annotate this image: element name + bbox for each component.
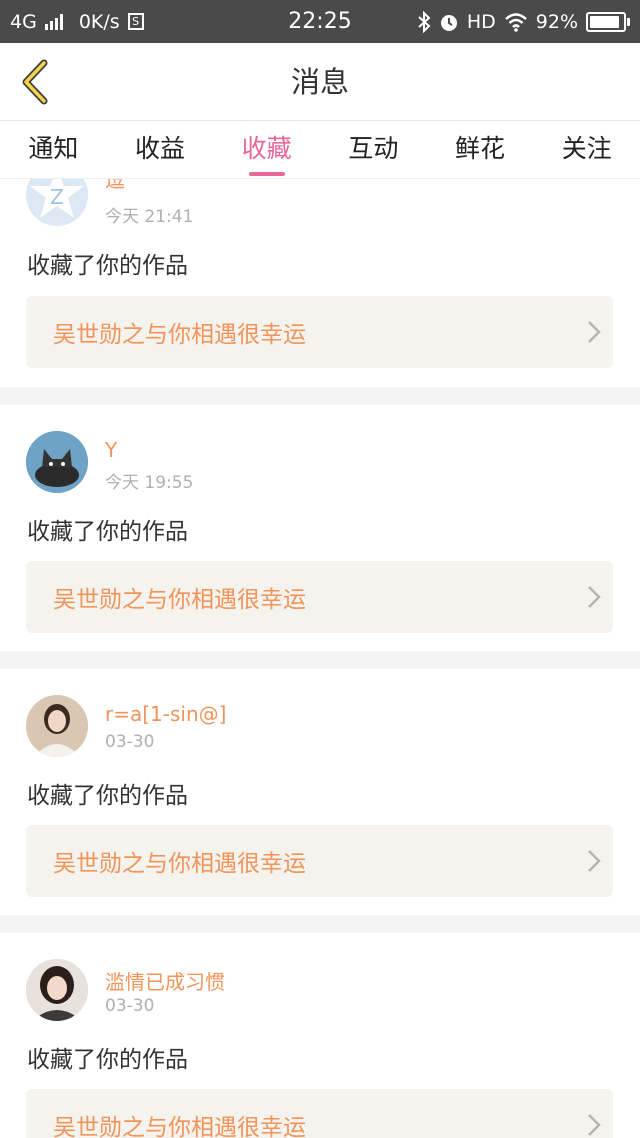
tab-earnings[interactable]: 收益 (107, 121, 214, 178)
chevron-right-icon (575, 561, 613, 633)
s-icon: S (127, 13, 144, 30)
tab-interaction[interactable]: 互动 (320, 121, 427, 178)
speed-label: 0K/s (78, 10, 120, 33)
message-card: r=a[1-sin@] 03-30 收藏了你的作品 吴世勋之与你相遇很幸运 (0, 669, 640, 915)
avatar[interactable] (26, 431, 88, 493)
work-link[interactable]: 吴世勋之与你相遇很幸运 (26, 561, 613, 633)
user-name[interactable]: 滥情已成习惯 (105, 966, 225, 995)
user-name[interactable]: r=a[1-sin@] (105, 702, 226, 726)
tab-notice[interactable]: 通知 (0, 121, 107, 178)
avatar[interactable] (26, 695, 88, 757)
work-link[interactable]: 吴世勋之与你相遇很幸运 (26, 825, 613, 897)
work-link[interactable]: 吴世勋之与你相遇很幸运 (26, 1089, 613, 1138)
chevron-right-icon (575, 825, 613, 897)
action-text: 收藏了你的作品 (27, 519, 188, 545)
battery-icon (586, 11, 630, 32)
action-text: 收藏了你的作品 (27, 1047, 188, 1073)
message-time: 03-30 (105, 996, 155, 1016)
message-list[interactable]: Z 逗 今天 21:41 收藏了你的作品 吴世勋之与你相遇很幸运 Y 今天 19… (0, 179, 640, 1138)
avatar[interactable]: Z (26, 179, 88, 226)
tab-bar: 通知 收益 收藏 互动 鲜花 关注 (0, 121, 640, 179)
nav-bar: 消息 (0, 43, 640, 121)
work-title: 吴世勋之与你相遇很幸运 (53, 587, 306, 613)
work-link[interactable]: 吴世勋之与你相遇很幸运 (26, 296, 613, 368)
tab-flowers[interactable]: 鲜花 (427, 121, 534, 178)
message-card: 滥情已成习惯 03-30 收藏了你的作品 吴世勋之与你相遇很幸运 (0, 933, 640, 1138)
signal-icon (44, 13, 63, 30)
avatar[interactable] (26, 959, 88, 1021)
message-time: 03-30 (105, 732, 155, 752)
user-name[interactable]: 逗 (105, 179, 125, 193)
battery-label: 92% (535, 10, 578, 33)
action-text: 收藏了你的作品 (27, 783, 188, 809)
user-photo-icon (26, 695, 88, 757)
action-text: 收藏了你的作品 (27, 253, 188, 279)
wifi-icon (504, 12, 527, 32)
user-name[interactable]: Y (105, 438, 117, 462)
message-time: 今天 19:55 (105, 473, 194, 493)
chevron-right-icon (575, 296, 613, 368)
chevron-right-icon (575, 1089, 613, 1138)
status-left: 4G 0K/s S (10, 11, 417, 33)
default-avatar-icon: Z (30, 179, 84, 218)
svg-text:Z: Z (50, 185, 64, 209)
message-time: 今天 21:41 (105, 207, 194, 227)
bluetooth-icon (418, 10, 431, 33)
status-right: HD 92% (417, 10, 630, 33)
alarm-icon (440, 14, 457, 31)
tab-follow[interactable]: 关注 (533, 121, 640, 178)
work-title: 吴世勋之与你相遇很幸运 (53, 322, 306, 348)
cat-avatar-icon (26, 431, 88, 493)
message-card: Y 今天 19:55 收藏了你的作品 吴世勋之与你相遇很幸运 (0, 405, 640, 651)
message-card: Z 逗 今天 21:41 收藏了你的作品 吴世勋之与你相遇很幸运 (0, 179, 640, 387)
page-title: 消息 (290, 65, 349, 99)
status-bar: 4G 0K/s S 22:25 HD 92% (0, 0, 640, 43)
work-title: 吴世勋之与你相遇很幸运 (53, 851, 306, 877)
tab-favorites[interactable]: 收藏 (213, 121, 320, 178)
network-label: 4G (10, 10, 37, 33)
hd-label: HD (466, 10, 496, 33)
user-photo-icon (26, 959, 88, 1021)
work-title: 吴世勋之与你相遇很幸运 (53, 1115, 306, 1138)
